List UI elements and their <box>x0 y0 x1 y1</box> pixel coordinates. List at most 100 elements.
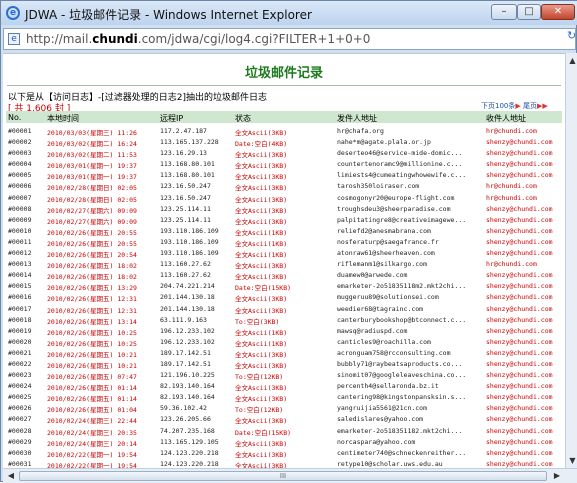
row-recipient[interactable]: shenzy@chundi.com <box>486 205 562 213</box>
row-sender[interactable]: emarketer-2o518351182.mkt2chi... <box>337 427 482 435</box>
row-sender[interactable]: percenth4@sellaronda.bz.it <box>337 382 482 390</box>
row-sender[interactable]: palpitatingre8@creativeimagewe... <box>337 216 482 224</box>
row-sender[interactable]: canticles9@roachilla.com <box>337 338 482 346</box>
row-sender[interactable]: mawsq@radiuspd.com <box>337 327 482 335</box>
row-sender[interactable]: emarketer-2o51835118m2.mkt2chi... <box>337 282 482 290</box>
row-sender[interactable]: atonraw61@sheerheaven.com <box>337 249 482 257</box>
horizontal-scroll-thumb[interactable]: III <box>19 471 547 481</box>
row-recipient[interactable]: hr@chundi.com <box>486 260 562 268</box>
row-recipient[interactable]: hr@chundi.com <box>486 194 562 202</box>
row-sender[interactable]: acronguam758@rcconsulting.com <box>337 349 482 357</box>
row-recipient[interactable]: shenzy@chundi.com <box>486 449 562 457</box>
table-row: #00022 2010/02/26(星期五) 10:21 189.17.142.51… <box>6 358 562 370</box>
scroll-down-icon[interactable]: ▼ <box>567 454 577 467</box>
row-sender[interactable]: sinomit07@googleleaveschina.co... <box>337 371 482 379</box>
row-ip: 124.123.220.218 <box>160 459 219 468</box>
row-recipient[interactable]: shenzy@chundi.com <box>486 360 562 368</box>
table-row: #00021 2010/02/26(星期五) 10:21 189.17.142.51… <box>6 347 562 359</box>
row-no: #00026 <box>8 404 32 413</box>
row-recipient[interactable]: shenzy@chundi.com <box>486 382 562 390</box>
row-recipient[interactable]: shenzy@chundi.com <box>486 160 562 168</box>
row-time: 2010/02/22(星期一) 19:54 <box>47 461 137 468</box>
horizontal-scrollbar[interactable]: ◀ III ▶ <box>3 468 577 483</box>
table-row: #00015 2010/02/26(星期五) 13:29 204.74.221.21… <box>6 280 562 292</box>
row-recipient[interactable]: shenzy@chundi.com <box>486 227 562 235</box>
row-recipient[interactable]: shenzy@chundi.com <box>486 327 562 335</box>
table-row: #00016 2010/02/26(星期五) 12:31 201.144.130.1… <box>6 291 562 303</box>
row-sender[interactable]: limiests4@cumeatingwhowewife.c... <box>337 171 482 179</box>
row-recipient[interactable]: shenzy@chundi.com <box>486 305 562 313</box>
next-page-link[interactable]: 下页100条 <box>481 102 515 110</box>
maximize-button[interactable]: □ <box>517 4 541 20</box>
last-page-link[interactable]: 尾页 <box>523 102 537 110</box>
row-recipient[interactable]: shenzy@chundi.com <box>486 393 562 401</box>
table-header: No. 本地时间 远程IP 状态 发件人地址 收件人地址 <box>6 111 562 123</box>
table-row: #00024 2010/02/26(星期五) 01:14 82.193.140.16… <box>6 380 562 392</box>
row-sender[interactable]: centimeter740@schneckenreither... <box>337 449 482 457</box>
row-ip: 196.12.233.102 <box>160 326 215 335</box>
row-recipient[interactable]: shenzy@chundi.com <box>486 216 562 224</box>
scroll-right-icon[interactable]: ▶ <box>551 470 563 482</box>
address-bar[interactable]: e http://mail.chundi.com/jdwa/cgi/log4.c… <box>3 28 576 50</box>
refresh-icon[interactable]: ↻ <box>567 29 577 49</box>
scroll-up-icon[interactable]: ▲ <box>567 54 577 67</box>
row-sender[interactable]: cosmogonyr20@europe-flight.com <box>337 194 482 202</box>
row-sender[interactable]: countertenoramc9@millionine.c... <box>337 160 482 168</box>
row-sender[interactable]: weedier68@tagrainc.com <box>337 305 482 313</box>
minimize-button[interactable]: – <box>491 4 517 20</box>
row-sender[interactable]: riflemanm1@silkargo.com <box>337 260 482 268</box>
row-recipient[interactable]: shenzy@chundi.com <box>486 282 562 290</box>
scroll-left-icon[interactable]: ◀ <box>5 470 17 482</box>
row-recipient[interactable]: shenzy@chundi.com <box>486 249 562 257</box>
row-no: #00017 <box>8 304 32 313</box>
row-recipient[interactable]: hr@chundi.com <box>486 182 562 190</box>
row-recipient[interactable]: shenzy@chundi.com <box>486 404 562 412</box>
table-row: #00026 2010/02/26(星期五) 01:04 59.36.102.42 T… <box>6 402 562 414</box>
row-no: #00031 <box>8 459 32 468</box>
row-sender[interactable]: deserteo46@service-mide-domic... <box>337 149 482 157</box>
row-sender[interactable]: nosferaturp@saegafrance.fr <box>337 238 482 246</box>
row-recipient[interactable]: shenzy@chundi.com <box>486 271 562 279</box>
row-ip: 193.110.186.109 <box>160 249 219 258</box>
row-sender[interactable]: reliefd2@anesmabrana.com <box>337 227 482 235</box>
table-row: #00001 2010/03/03(星期三) 11:26 117.2.47.187 全… <box>6 125 562 137</box>
row-recipient[interactable]: shenzy@chundi.com <box>486 316 562 324</box>
row-sender[interactable]: duamew0@arwede.com <box>337 271 482 279</box>
row-recipient[interactable]: shenzy@chundi.com <box>486 349 562 357</box>
row-recipient[interactable]: shenzy@chundi.com <box>486 427 562 435</box>
row-sender[interactable]: troughsdeu3@sheerparadise.com <box>337 205 482 213</box>
row-sender[interactable]: saledislares@yahoo.com <box>337 415 482 423</box>
row-ip: 113.165.137.228 <box>160 138 219 147</box>
row-recipient[interactable]: shenzy@chundi.com <box>486 138 562 146</box>
row-recipient[interactable]: shenzy@chundi.com <box>486 438 562 446</box>
row-recipient[interactable]: shenzy@chundi.com <box>486 338 562 346</box>
row-sender[interactable]: canterburybookshop@btconnect.c... <box>337 316 482 324</box>
row-sender[interactable]: tarosh350loiraser.com <box>337 182 482 190</box>
address-url[interactable]: http://mail.chundi.com/jdwa/cgi/log4.cgi… <box>26 32 370 46</box>
row-no: #00002 <box>8 138 32 147</box>
row-recipient[interactable]: shenzy@chundi.com <box>486 171 562 179</box>
row-sender[interactable]: norcaspara@yahoo.com <box>337 438 482 446</box>
row-recipient[interactable]: hr@chundi.com <box>486 127 562 135</box>
row-sender[interactable]: cantering98@kingstonpansksin.s... <box>337 393 482 401</box>
header-sender: 发件人地址 <box>337 114 377 123</box>
row-sender[interactable]: bubbly71@raybeatsaproducts.co... <box>337 360 482 368</box>
close-button[interactable]: ✕ <box>541 4 575 20</box>
row-recipient[interactable]: shenzy@chundi.com <box>486 238 562 246</box>
row-recipient[interactable]: shenzy@chundi.com <box>486 149 562 157</box>
row-recipient[interactable]: shenzy@chundi.com <box>486 293 562 301</box>
row-recipient[interactable]: shenzy@chundi.com <box>486 371 562 379</box>
row-sender[interactable]: yangruijia5561@21cn.com <box>337 404 482 412</box>
header-ip: 远程IP <box>160 114 184 123</box>
row-ip: 124.123.220.218 <box>160 448 219 457</box>
row-recipient[interactable]: shenzy@chundi.com <box>486 460 562 468</box>
row-sender[interactable]: muggeruu89@solutionsei.com <box>337 293 482 301</box>
row-sender[interactable]: retype10@scholar.uws.edu.au <box>337 460 482 468</box>
row-sender[interactable]: nahe*m@agate.plala.or.jp <box>337 138 482 146</box>
row-no: #00015 <box>8 282 32 291</box>
row-sender[interactable]: hr@chafa.org <box>337 127 482 135</box>
row-ip: 123.16.50.247 <box>160 193 211 202</box>
row-no: #00010 <box>8 226 32 235</box>
vertical-scrollbar[interactable]: ▲ ▼ <box>565 53 577 468</box>
row-recipient[interactable]: shenzy@chundi.com <box>486 415 562 423</box>
